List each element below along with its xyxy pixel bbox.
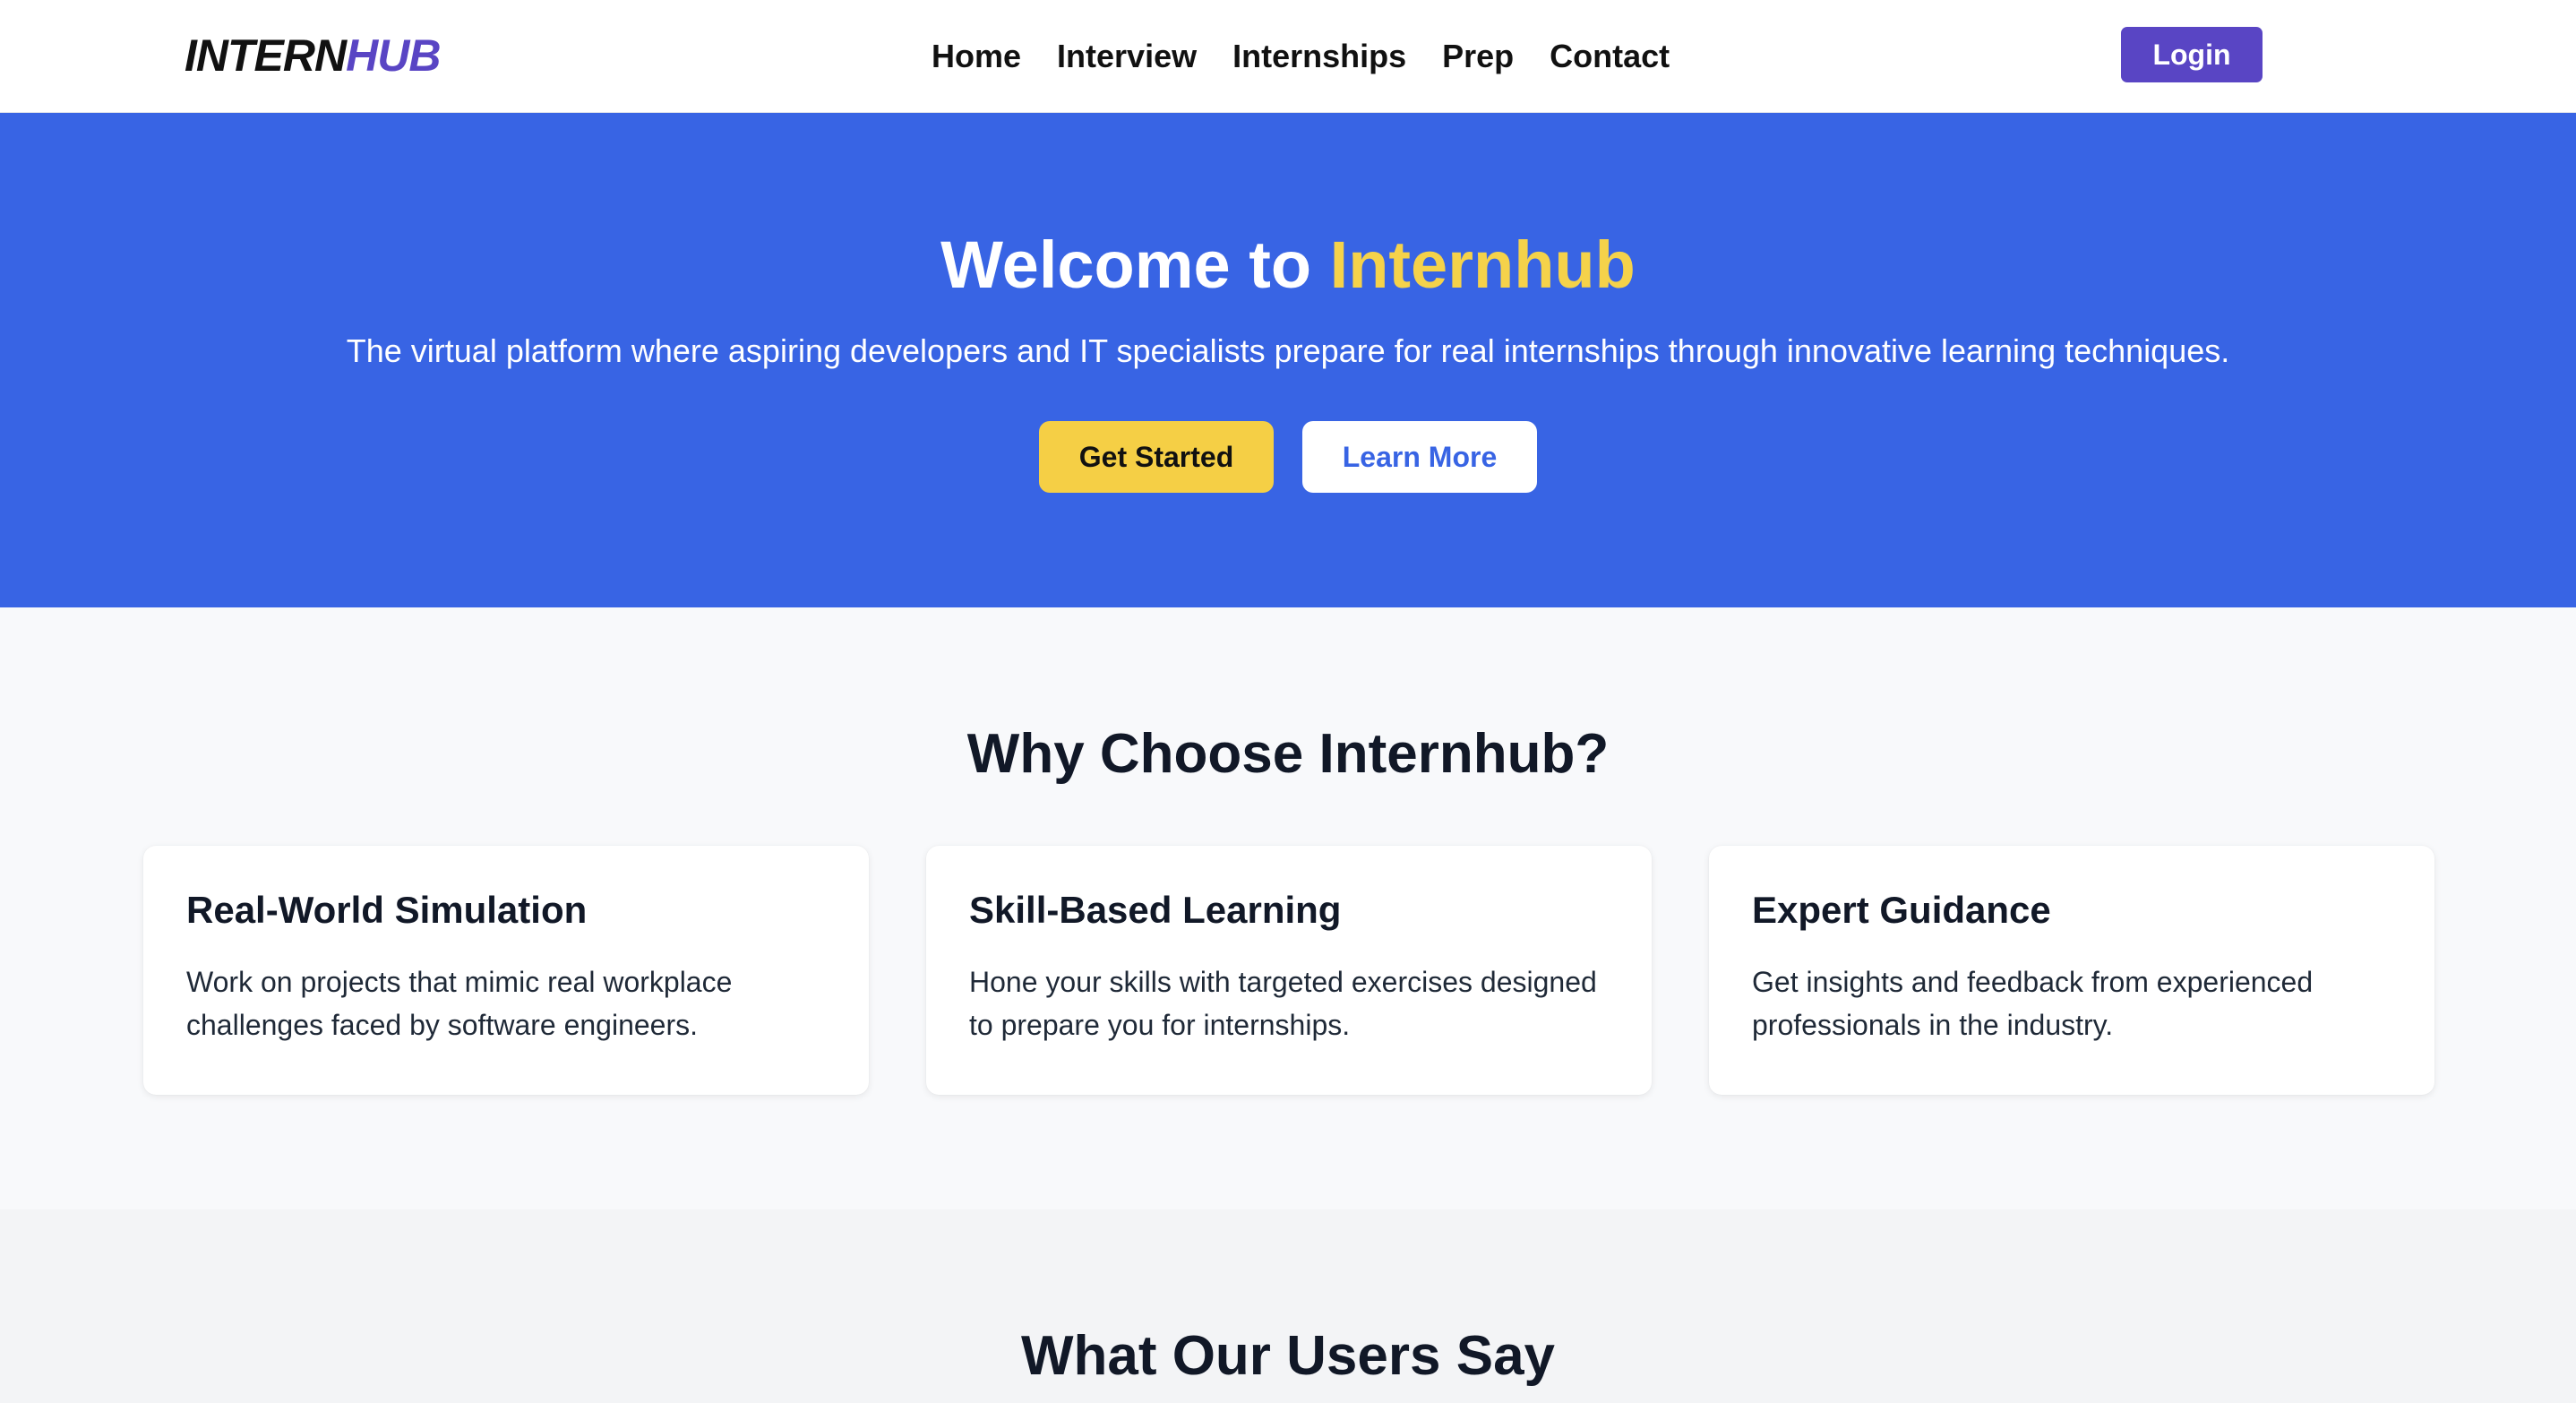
feature-card-text: Get insights and feedback from experienc… (1752, 966, 2314, 1041)
testimonials-title: What Our Users Say (1020, 1325, 1556, 1387)
hero-subtitle: The virtual platform where aspiring deve… (346, 332, 2230, 369)
hero-buttons: Get Started Learn More (0, 421, 2576, 493)
nav-link-internships[interactable]: Internships (1232, 34, 1406, 79)
feature-card-title: Skill-Based Learning (969, 889, 1342, 931)
nav-link-prep[interactable]: Prep (1442, 34, 1514, 79)
nav-link-home[interactable]: Home (932, 34, 1021, 79)
features-title: Why Choose Internhub? (966, 723, 1610, 785)
feature-card-title: Expert Guidance (1752, 889, 2051, 931)
features-section: Why Choose Internhub? Real-World Simulat… (0, 607, 2576, 1209)
hero-title-prefix: Welcome to (940, 228, 1330, 302)
logo[interactable]: INTERNHUB (185, 27, 441, 84)
feature-card-title: Real-World Simulation (186, 889, 588, 931)
login-button[interactable]: Login (2121, 27, 2263, 82)
logo-part-hub: HUB (346, 30, 441, 81)
get-started-button[interactable]: Get Started (1039, 421, 1274, 493)
feature-card-text: Hone your skills with targeted exercises… (969, 966, 1597, 1041)
feature-card: Skill-Based Learning Hone your skills wi… (926, 846, 1652, 1095)
learn-more-button[interactable]: Learn More (1302, 421, 1537, 493)
nav-links: Home Interview Internships Prep Contact (932, 34, 1670, 79)
feature-cards: Real-World Simulation Work on projects t… (143, 846, 2436, 1095)
logo-part-intern: INTERN (185, 30, 347, 81)
nav-link-contact[interactable]: Contact (1550, 34, 1670, 79)
navbar: INTERNHUB Home Interview Internships Pre… (0, 0, 2576, 113)
hero-title-accent: Internhub (1329, 228, 1636, 302)
testimonials-section: What Our Users Say (0, 1209, 2576, 1403)
hero-section: Welcome to Internhub The virtual platfor… (0, 113, 2576, 607)
feature-card: Expert Guidance Get insights and feedbac… (1709, 846, 2434, 1095)
nav-link-interview[interactable]: Interview (1057, 34, 1197, 79)
hero-title: Welcome to Internhub (0, 220, 2576, 310)
feature-card: Real-World Simulation Work on projects t… (143, 846, 869, 1095)
feature-card-text: Work on projects that mimic real workpla… (186, 966, 733, 1041)
